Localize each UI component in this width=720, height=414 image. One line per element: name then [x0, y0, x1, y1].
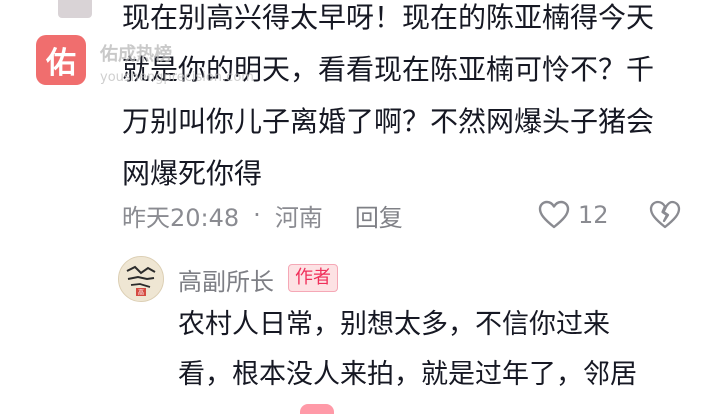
author-badge: 作者 — [288, 264, 338, 292]
dislike-button[interactable] — [648, 197, 682, 233]
reply-text: 农村人日常，别想太多，不信你过来 看，根本没人来拍，就是过年了，邻居 — [178, 309, 637, 390]
comment-location: 河南 — [274, 203, 323, 232]
watermark-url: youshengprecision.com — [100, 70, 254, 85]
like-count: 12 — [578, 201, 609, 229]
heart-outline-icon[interactable] — [538, 200, 570, 230]
reply-author-avatar[interactable]: 高 — [118, 256, 164, 302]
svg-text:高: 高 — [138, 289, 144, 297]
previous-user-avatar[interactable] — [58, 0, 92, 18]
comment-time: 昨天20:48 — [122, 203, 240, 232]
watermark-badge: 佑 — [36, 35, 86, 85]
comment-meta: 昨天20:48 · 河南 回复 — [122, 197, 403, 233]
broken-heart-icon[interactable] — [648, 200, 682, 230]
comment-text: 现在别高兴得太早呀！现在的陈亚楠得今天 就是你的明天，看看现在陈亚楠可怜不？千 … — [122, 1, 655, 190]
reply-button[interactable]: 回复 — [355, 198, 403, 233]
reply-author-name[interactable]: 高副所长 — [178, 262, 274, 297]
seal-avatar-icon: 高 — [119, 257, 163, 301]
like-button[interactable]: 12 — [538, 197, 609, 233]
emoji-peek — [300, 404, 334, 414]
meta-separator: · — [253, 201, 261, 229]
watermark-title: 佑成热榜 — [100, 44, 172, 65]
